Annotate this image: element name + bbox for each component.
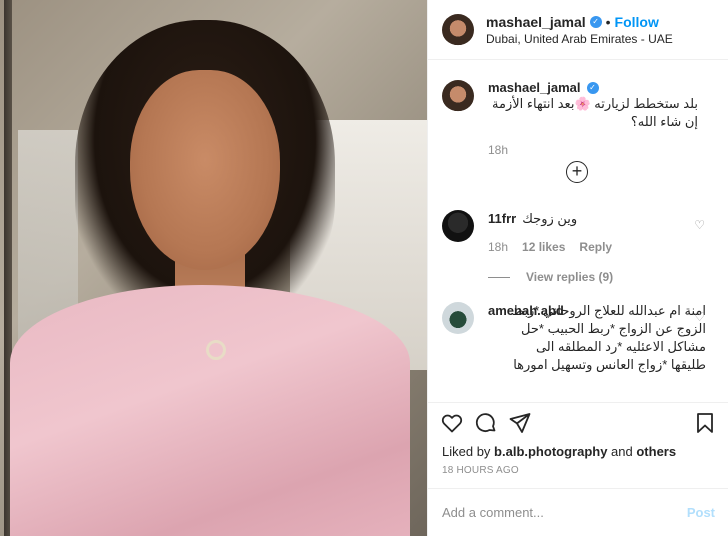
caption-username[interactable]: mashael_jamal [488,80,581,95]
photo-clothing [10,285,410,536]
view-replies-label[interactable]: View replies (9) [526,270,613,284]
caption-time[interactable]: 18h [488,143,508,157]
comment-time[interactable]: 18h [488,240,508,254]
caption-text: بلد ستخطط لزيارته 🌸بعد انتهاء الأزمة إن … [492,96,698,129]
comment-item: وين زوجك 11frr 18h 12 likes Reply ♡ [442,210,717,254]
comment-icon[interactable] [474,411,498,435]
verified-icon: ✓ [589,15,602,28]
comment-like-icon[interactable]: ♡ [694,310,705,324]
comment-text: امنة ام عبدالله للعلاج الروحاني *ربط الز… [512,303,706,372]
location-link[interactable]: Dubai, United Arab Emirates - UAE [486,32,673,46]
liked-user[interactable]: b.alb.photography [494,444,607,459]
caption-avatar[interactable] [442,80,474,112]
post-timestamp[interactable]: 18 HOURS AGO [442,465,519,476]
avatar[interactable] [442,13,474,46]
share-icon[interactable] [508,411,532,435]
comment-username[interactable]: 11frr [488,211,516,226]
verified-icon: ✓ [586,82,599,94]
comment-item: amenah.abd امنة ام عبدالله للعلاج الروحا… [442,302,717,374]
photo-pendant [206,340,226,360]
header-info: mashael_jamal ✓ • Follow Dubai, United A… [486,14,673,46]
post-photo[interactable] [0,0,427,536]
comment-text: وين زوجك [522,211,578,226]
comment-avatar[interactable] [442,210,474,242]
add-comment-input[interactable] [442,505,662,520]
view-replies[interactable]: View replies (9) [488,270,613,284]
post-panel: mashael_jamal ✓ • Follow Dubai, United A… [427,0,728,536]
liked-mid: and [607,444,637,459]
follow-button[interactable]: Follow [615,14,659,30]
header-username[interactable]: mashael_jamal [486,14,586,30]
likes-summary: Liked by b.alb.photography and others [442,444,676,459]
load-more-comments-icon[interactable]: + [566,161,588,183]
liked-prefix: Liked by [442,444,495,459]
liked-others[interactable]: others [636,444,676,459]
reply-button[interactable]: Reply [579,240,612,254]
photo-face [130,70,280,270]
heart-icon[interactable] [440,411,464,435]
caption: mashael_jamal ✓ بلد ستخطط لزيارته 🌸بعد ا… [442,80,717,157]
save-icon[interactable] [693,411,717,435]
post-header: mashael_jamal ✓ • Follow Dubai, United A… [428,0,728,60]
comment-like-icon[interactable]: ♡ [694,218,705,232]
add-comment-bar: Post [428,488,728,536]
action-bar [428,402,728,442]
view-replies-dash [488,276,510,278]
comment-avatar[interactable] [442,302,474,334]
header-separator: • [605,13,611,30]
comment-likes[interactable]: 12 likes [522,240,565,254]
comments-list[interactable]: mashael_jamal ✓ بلد ستخطط لزيارته 🌸بعد ا… [428,60,728,402]
post-button[interactable]: Post [687,505,715,520]
